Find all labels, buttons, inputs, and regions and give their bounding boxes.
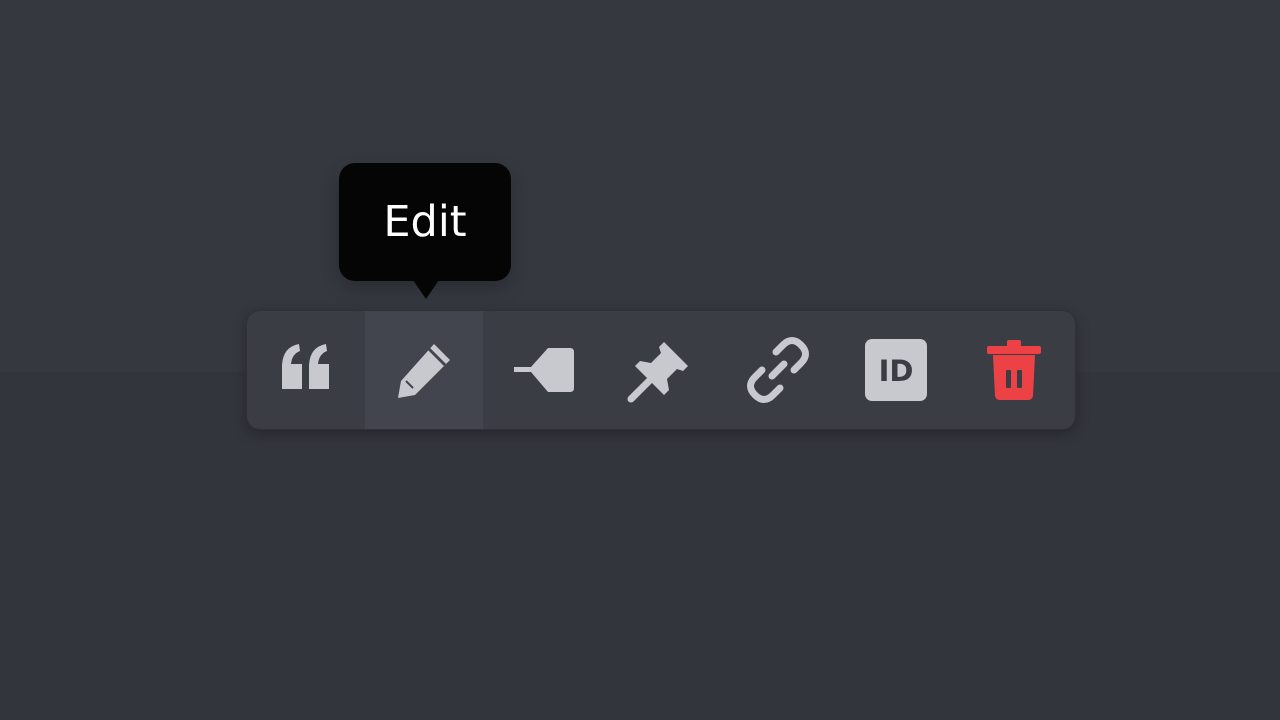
pin-button[interactable]: [601, 311, 719, 429]
reply-icon: [514, 348, 574, 392]
pencil-icon: [398, 344, 450, 398]
delete-button[interactable]: [955, 311, 1073, 429]
reply-button[interactable]: [483, 311, 601, 429]
copy-link-button[interactable]: [719, 311, 837, 429]
tooltip-arrow: [413, 280, 439, 299]
id-icon: ID: [865, 339, 927, 401]
edit-tooltip: Edit: [339, 163, 511, 281]
quote-icon: [282, 344, 329, 389]
copy-id-button[interactable]: ID: [837, 311, 955, 429]
pin-icon: [627, 342, 688, 403]
link-icon: [747, 337, 809, 403]
id-icon-label: ID: [879, 354, 914, 388]
trash-icon: [987, 340, 1041, 400]
edit-button[interactable]: [365, 311, 483, 429]
message-actions-toolbar: ID: [246, 310, 1076, 430]
quote-button[interactable]: [247, 311, 365, 429]
chat-canvas: Edit ID: [0, 0, 1280, 720]
